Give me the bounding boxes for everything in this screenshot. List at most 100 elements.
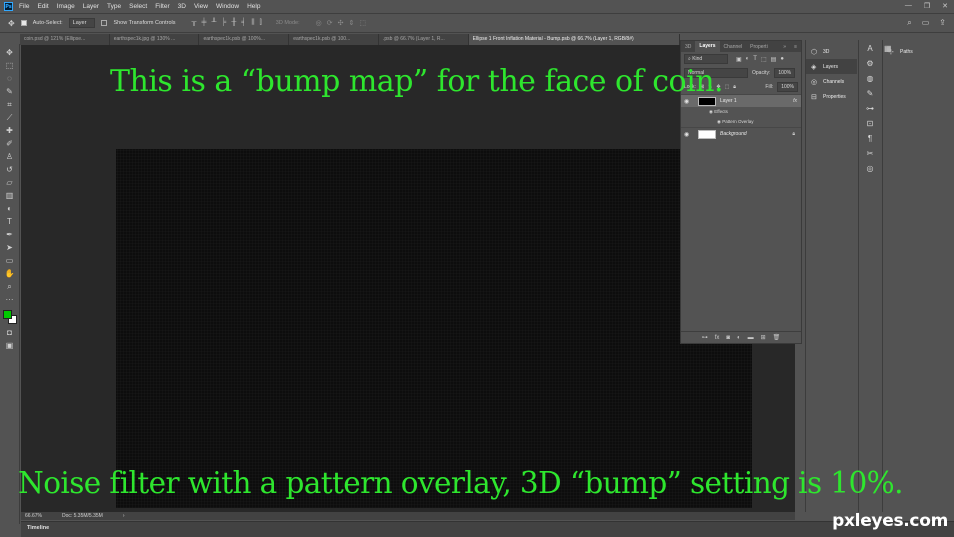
fx-badge[interactable]: fx bbox=[793, 98, 797, 104]
quick-mask-icon[interactable]: ◘ bbox=[7, 328, 12, 337]
adjustments-icon[interactable]: ⊶ bbox=[866, 104, 874, 114]
menu-layer[interactable]: Layer bbox=[83, 3, 99, 10]
tab-earthspec-psb-2[interactable]: earthspec1k.psb @ 100... bbox=[289, 34, 379, 45]
auto-select-dropdown[interactable]: Layer bbox=[68, 18, 96, 28]
3d-slide-icon[interactable]: ⇕ bbox=[349, 19, 355, 27]
menu-file[interactable]: File bbox=[19, 3, 29, 10]
distribute-icon[interactable]: ⫼ bbox=[251, 19, 254, 27]
tab-coin[interactable]: coin.psd @ 121% (Ellipse... bbox=[20, 34, 110, 45]
crop-icon[interactable]: ⌗ bbox=[7, 100, 12, 109]
panel-button-channels[interactable]: ◎ Channels bbox=[806, 74, 857, 89]
color-swatches[interactable] bbox=[2, 310, 17, 324]
menu-3d[interactable]: 3D bbox=[178, 3, 186, 10]
fill-input[interactable]: 100% bbox=[777, 82, 798, 92]
new-group-icon[interactable]: ▬ bbox=[748, 335, 754, 341]
add-mask-icon[interactable]: ◙ bbox=[726, 335, 730, 341]
healing-icon[interactable]: ✚ bbox=[6, 126, 13, 135]
path-select-icon[interactable]: ➤ bbox=[6, 243, 13, 252]
menu-help[interactable]: Help bbox=[247, 3, 260, 10]
zoom-icon[interactable]: ⌕ bbox=[7, 282, 11, 291]
align-right-icon[interactable]: ╡ bbox=[241, 19, 246, 27]
kind-filter-dropdown[interactable]: ⌕ Kind bbox=[684, 54, 728, 64]
history-brush-icon[interactable]: ↺ bbox=[6, 165, 13, 174]
brush-presets-icon[interactable]: ◎ bbox=[867, 164, 874, 174]
panel-menu-icon[interactable]: ≡ bbox=[790, 44, 801, 50]
tab-earthspec-jpg[interactable]: earthspec1k.jpg @ 130% ... bbox=[110, 34, 200, 45]
new-layer-icon[interactable]: ⊞ bbox=[761, 334, 766, 341]
menu-edit[interactable]: Edit bbox=[37, 3, 48, 10]
minimize-button[interactable]: — bbox=[905, 2, 912, 10]
lock-artboard-icon[interactable]: ⬚ bbox=[725, 84, 730, 90]
pattern-overlay-row[interactable]: ◉ Pattern Overlay bbox=[681, 117, 801, 127]
align-hcenter-icon[interactable]: ╫ bbox=[231, 19, 236, 27]
quick-select-icon[interactable]: ✎ bbox=[6, 87, 13, 96]
brush-icon[interactable]: ✐ bbox=[6, 139, 13, 148]
brush-settings-icon[interactable]: ✎ bbox=[867, 89, 874, 99]
screen-mode-icon[interactable]: ▣ bbox=[6, 341, 14, 350]
more-tools-icon[interactable]: ··· bbox=[6, 295, 14, 304]
auto-select-checkbox[interactable] bbox=[20, 20, 27, 26]
show-transform-checkbox[interactable] bbox=[101, 20, 108, 26]
visibility-eye-icon[interactable]: ◉ bbox=[684, 131, 694, 138]
search-icon[interactable]: ⌕ bbox=[907, 18, 911, 28]
menu-view[interactable]: View bbox=[194, 3, 208, 10]
link-layers-icon[interactable]: ⊶ bbox=[702, 334, 708, 341]
zoom-readout[interactable]: 66.67% bbox=[25, 513, 42, 519]
effects-row[interactable]: ◉ Effects bbox=[681, 107, 801, 117]
distribute-h-icon[interactable]: ⫿ bbox=[260, 19, 262, 27]
tab-3d[interactable]: 3D bbox=[681, 44, 695, 50]
pen-icon[interactable]: ✒ bbox=[6, 230, 13, 239]
lasso-icon[interactable]: ◌ bbox=[7, 74, 12, 83]
3d-roll-icon[interactable]: ⟳ bbox=[327, 19, 333, 27]
align-left-icon[interactable]: ╞ bbox=[221, 19, 226, 27]
tab-channels[interactable]: Channel bbox=[720, 44, 747, 50]
restore-button[interactable]: ❐ bbox=[924, 2, 930, 10]
3d-orbit-icon[interactable]: ◎ bbox=[316, 19, 322, 27]
settings-gear-icon[interactable]: ⚙ bbox=[866, 59, 873, 69]
menu-window[interactable]: Window bbox=[216, 3, 239, 10]
add-style-icon[interactable]: fx bbox=[715, 335, 720, 341]
share-icon[interactable]: ⇪ bbox=[939, 18, 946, 28]
info-icon[interactable]: ⊡ bbox=[867, 119, 874, 129]
menu-filter[interactable]: Filter bbox=[155, 3, 169, 10]
hand-icon[interactable]: ✋ bbox=[5, 269, 15, 278]
swatches-icon[interactable]: ◍ bbox=[867, 74, 874, 84]
character-icon[interactable]: A bbox=[867, 44, 872, 54]
lock-all-icon[interactable]: 🔒︎ bbox=[733, 84, 736, 90]
align-vcenter-icon[interactable]: ╪ bbox=[201, 19, 206, 27]
panel-button-paths[interactable]: ⊹ Paths bbox=[883, 44, 954, 59]
layer-name[interactable]: Background bbox=[720, 131, 747, 137]
gradient-icon[interactable]: ▥ bbox=[6, 191, 14, 200]
paragraph-icon[interactable]: ¶ bbox=[868, 134, 872, 144]
stamp-icon[interactable]: ♙ bbox=[6, 152, 13, 161]
menu-select[interactable]: Select bbox=[129, 3, 147, 10]
image-canvas[interactable] bbox=[116, 149, 752, 508]
eraser-icon[interactable]: ▱ bbox=[6, 178, 12, 187]
3d-scale-icon[interactable]: ⬚ bbox=[359, 19, 366, 27]
panel-button-3d[interactable]: ⬡ 3D bbox=[806, 44, 857, 59]
adjustment-layer-icon[interactable]: ◐ bbox=[737, 335, 741, 341]
panel-button-layers[interactable]: ◈ Layers bbox=[806, 59, 857, 74]
layer-row-background[interactable]: ◉ Background 🔒︎ bbox=[681, 127, 801, 140]
eyedropper-icon[interactable]: ⟋ bbox=[7, 113, 13, 122]
panel-button-properties[interactable]: ⊟ Properties bbox=[806, 89, 857, 104]
align-bottom-icon[interactable]: ╨ bbox=[211, 19, 216, 27]
filter-smart-icon[interactable]: ▤ bbox=[771, 56, 777, 63]
status-expand-arrow[interactable]: › bbox=[123, 513, 125, 519]
close-button[interactable]: ✕ bbox=[942, 2, 948, 10]
filter-type-icon[interactable]: T bbox=[753, 56, 757, 63]
tab-bump-active[interactable]: Ellipse 1 Front Inflation Material - Bum… bbox=[468, 34, 680, 45]
tab-earthspec-psb-1[interactable]: earthspec1k.psb @ 100%... bbox=[199, 34, 290, 45]
timeline-tab[interactable]: Timeline bbox=[27, 525, 49, 531]
tab-layers[interactable]: Layers bbox=[695, 41, 720, 52]
marquee-icon[interactable]: ⬚ bbox=[6, 61, 14, 70]
move-tool-icon[interactable]: ✥ bbox=[8, 19, 15, 28]
clone-source-icon[interactable]: ✂ bbox=[867, 149, 874, 159]
type-icon[interactable]: T bbox=[7, 217, 12, 226]
panel-collapse-icon[interactable]: » bbox=[779, 44, 790, 50]
shape-icon[interactable]: ▭ bbox=[6, 256, 14, 265]
filter-adjust-icon[interactable]: ◐ bbox=[746, 56, 750, 63]
menu-type[interactable]: Type bbox=[107, 3, 121, 10]
effects-eye-icon[interactable]: ◉ bbox=[709, 109, 713, 114]
menu-image[interactable]: Image bbox=[57, 3, 75, 10]
